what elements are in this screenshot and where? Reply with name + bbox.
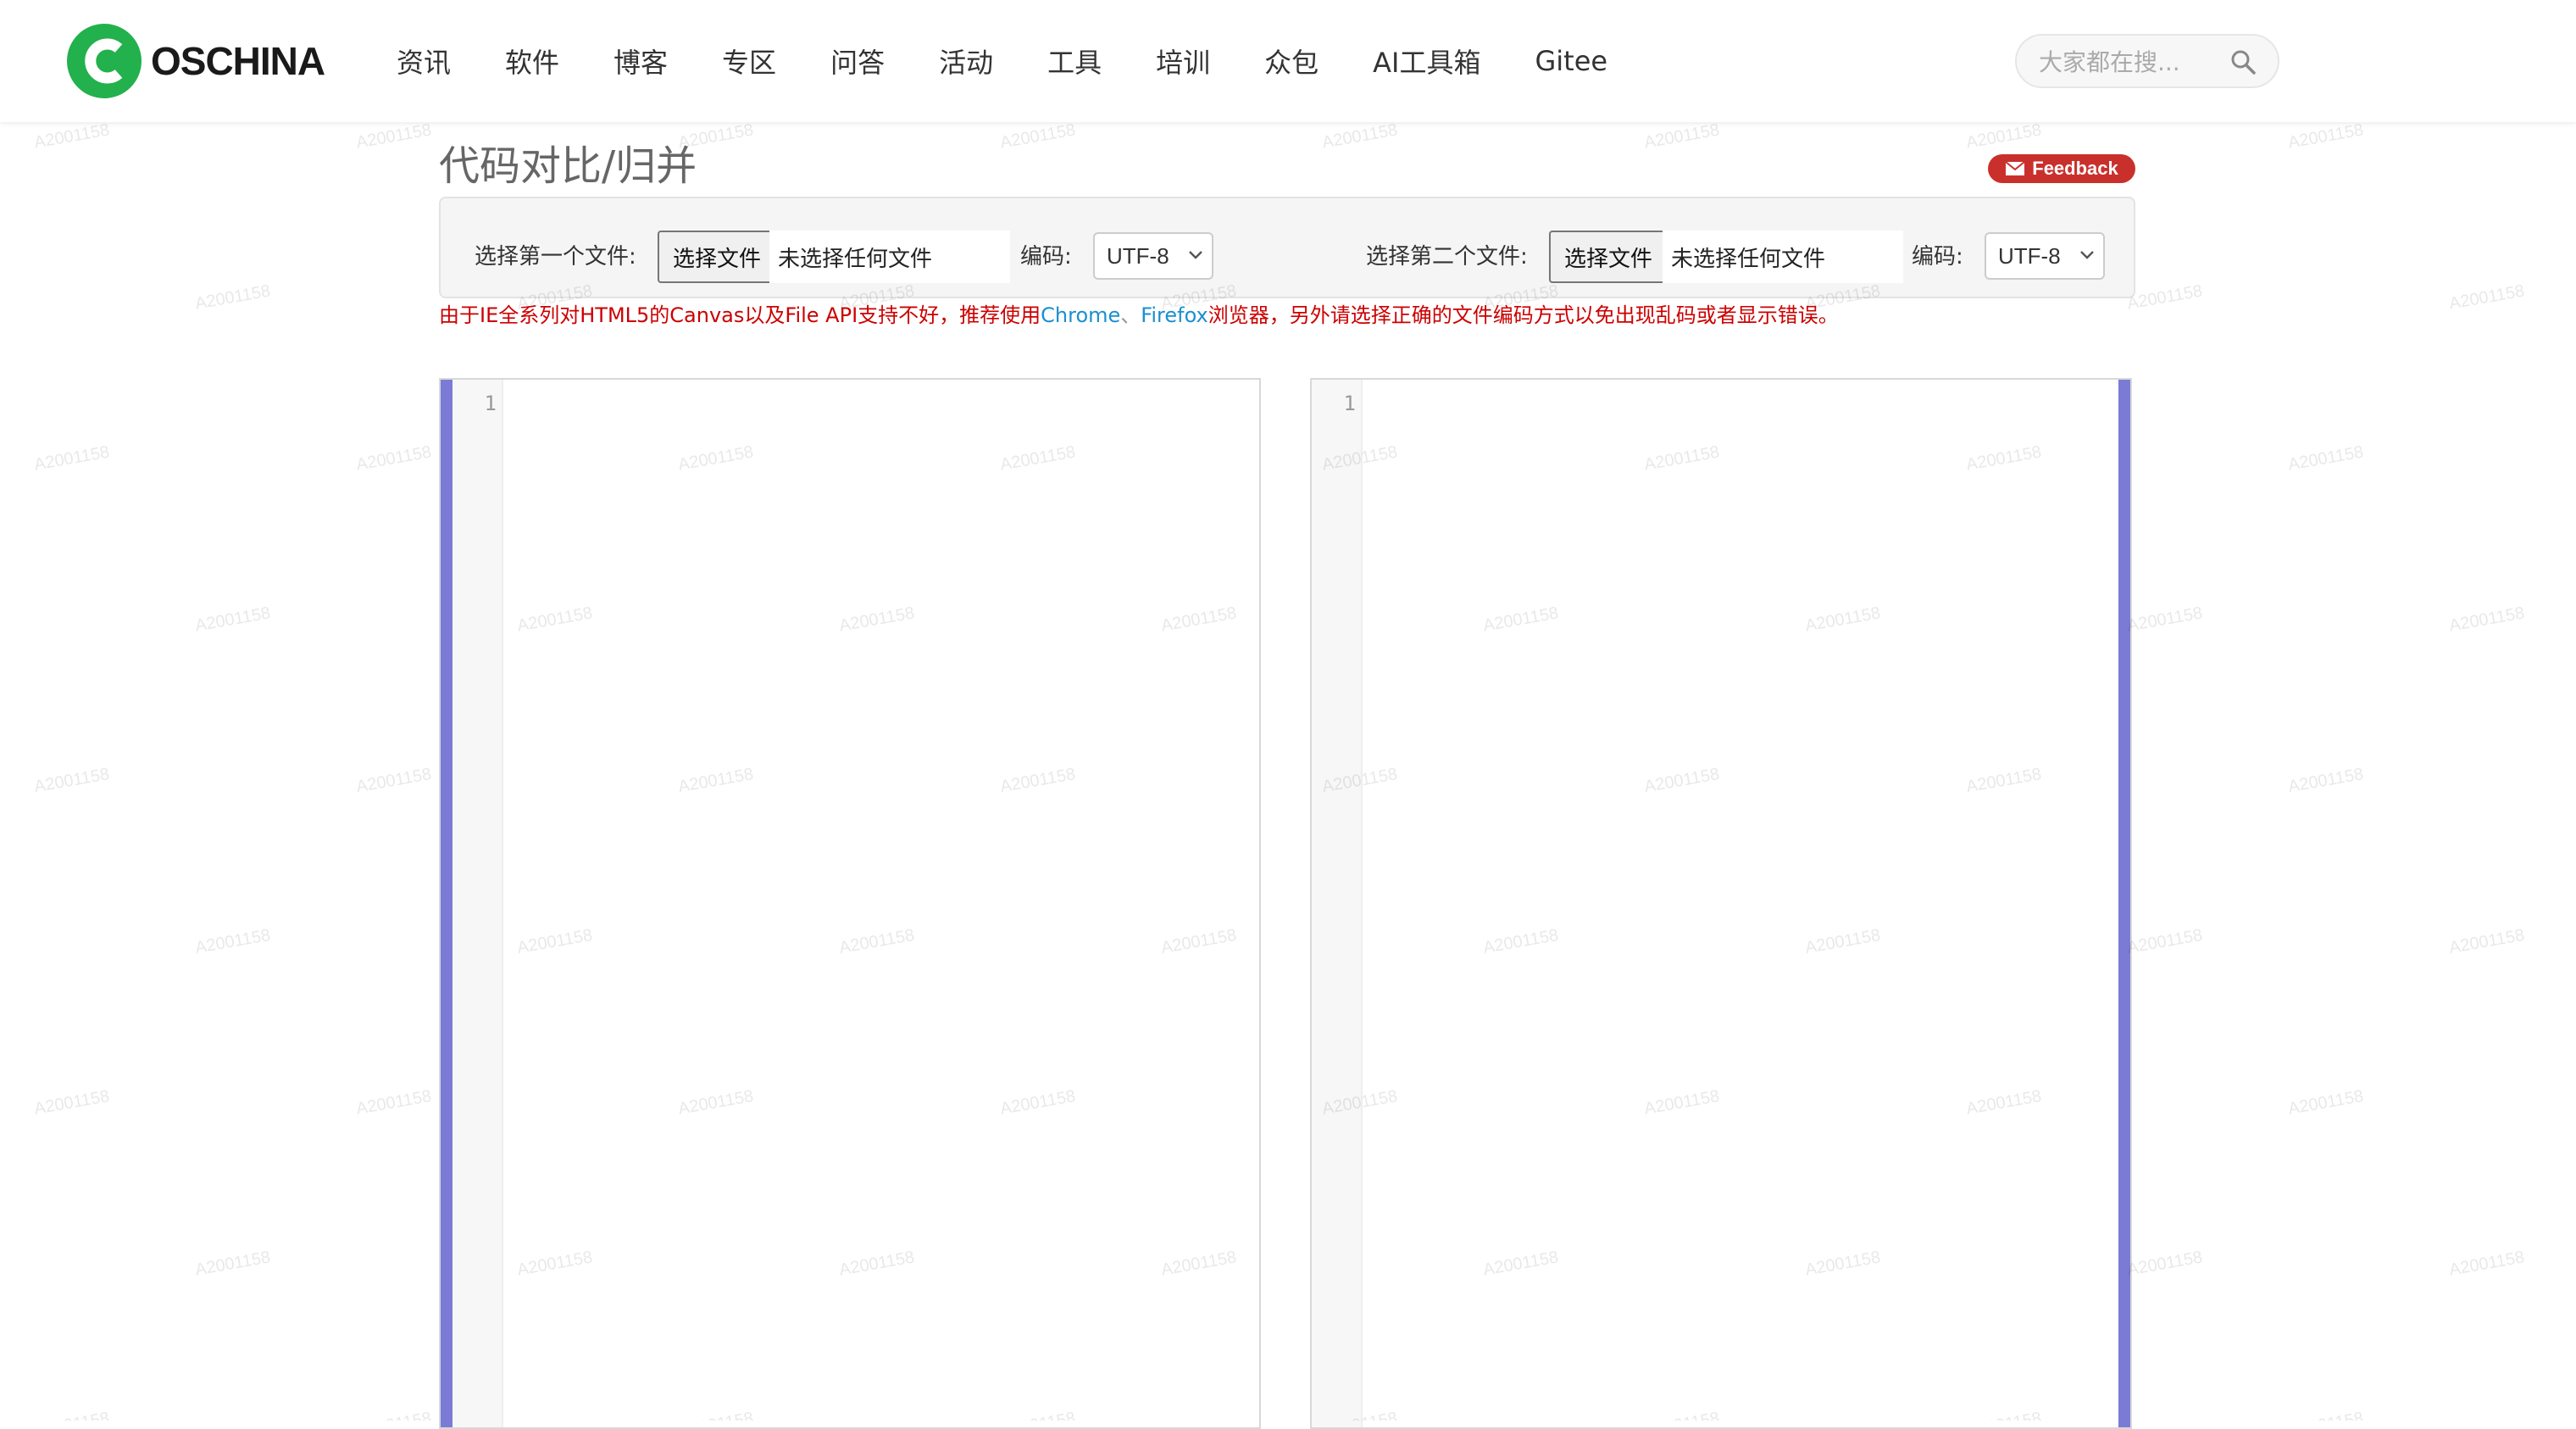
envelope-icon <box>2005 161 2025 175</box>
watermark-text: A2001158 <box>2447 603 2526 636</box>
watermark-text: A2001158 <box>998 120 1077 153</box>
watermark-text: A2001158 <box>2287 1409 2365 1421</box>
watermark-text: A2001158 <box>355 1409 433 1421</box>
firefox-link[interactable]: Firefox <box>1141 303 1208 327</box>
chrome-link[interactable]: Chrome <box>1041 303 1120 327</box>
chevron-down-icon <box>2080 251 2094 259</box>
watermark-text: A2001158 <box>2286 442 2365 475</box>
second-encoding-select[interactable]: UTF-8 <box>1985 232 2105 280</box>
left-line-number: 1 <box>484 392 497 415</box>
watermark-text: A2001158 <box>354 442 433 475</box>
nav-item-blog[interactable]: 博客 <box>613 42 668 81</box>
nav-item-news[interactable]: 资讯 <box>397 42 451 81</box>
left-code-editor[interactable]: 1 <box>439 378 1261 1429</box>
search-input[interactable] <box>2037 42 2227 81</box>
nav-item-training[interactable]: 培训 <box>1156 42 1210 81</box>
first-file-label: 选择第一个文件: <box>475 244 636 270</box>
feedback-label: Feedback <box>2032 158 2118 179</box>
first-encoding-label: 编码: <box>1020 244 1072 270</box>
watermark-text: A2001158 <box>2286 120 2365 153</box>
watermark-text: A2001158 <box>2447 926 2526 958</box>
nav-item-events[interactable]: 活动 <box>939 42 993 81</box>
notice-separator: 、 <box>1120 303 1141 327</box>
feedback-button[interactable]: Feedback <box>1988 154 2135 183</box>
watermark-text: A2001158 <box>354 1087 433 1119</box>
oschina-logo-icon <box>67 24 142 98</box>
nav-item-gitee[interactable]: Gitee <box>1535 45 1607 77</box>
watermark-text: A2001158 <box>2286 765 2365 797</box>
watermark-text: A2001158 <box>354 765 433 797</box>
left-editor-gutter: 1 <box>452 380 503 1427</box>
file-select-toolbar: 选择第一个文件: 选择文件 未选择任何文件 编码: UTF-8 选择第二个文件:… <box>439 197 2135 298</box>
watermark-text: A2001158 <box>2286 1087 2365 1119</box>
nav-item-software[interactable]: 软件 <box>505 42 559 81</box>
watermark-text: A2001158 <box>33 1409 111 1421</box>
first-encoding-value: UTF-8 <box>1107 242 1169 269</box>
watermark-text: A2001158 <box>193 603 272 636</box>
watermark-text: A2001158 <box>1642 120 1721 153</box>
second-encoding-value: UTF-8 <box>1998 242 2061 269</box>
watermark-text: A2001158 <box>2125 1248 2204 1280</box>
watermark-text: A2001158 <box>32 1087 111 1119</box>
search-icon[interactable] <box>2230 49 2256 75</box>
right-code-editor[interactable]: 1 <box>1310 378 2132 1429</box>
watermark-text: A2001158 <box>1964 120 2043 153</box>
nav-item-crowdsourcing[interactable]: 众包 <box>1264 42 1319 81</box>
logo-text: OSCHINA <box>151 39 325 83</box>
watermark-text: A2001158 <box>2125 926 2204 958</box>
choose-second-file-button[interactable]: 选择文件 <box>1549 231 1668 283</box>
right-editor-marker-bar <box>2118 380 2130 1427</box>
nav-item-ai-toolbox[interactable]: AI工具箱 <box>1373 42 1480 81</box>
right-editor-gutter: 1 <box>1312 380 1363 1427</box>
second-file-label: 选择第二个文件: <box>1366 244 1528 270</box>
first-file-status: 未选择任何文件 <box>769 231 1010 283</box>
watermark-text: A2001158 <box>32 765 111 797</box>
watermark-text: A2001158 <box>32 442 111 475</box>
notice-suffix: 浏览器，另外请选择正确的文件编码方式以免出现乱码或者显示错误。 <box>1208 303 1839 327</box>
page-title: 代码对比/归并 <box>439 142 697 190</box>
watermark-text: A2001158 <box>193 281 272 314</box>
nav-item-qa[interactable]: 问答 <box>830 42 885 81</box>
second-file-status: 未选择任何文件 <box>1663 231 1903 283</box>
watermark-text: A2001158 <box>193 926 272 958</box>
watermark-text: A2001158 <box>354 120 433 153</box>
watermark-text: A2001158 <box>193 1248 272 1280</box>
watermark-text: A2001158 <box>32 120 111 153</box>
main-nav: 资讯 软件 博客 专区 问答 活动 工具 培训 众包 AI工具箱 Gitee <box>397 0 1662 122</box>
nav-item-zone[interactable]: 专区 <box>722 42 776 81</box>
left-editor-marker-bar <box>441 380 452 1427</box>
browser-notice: 由于IE全系列对HTML5的Canvas以及File API支持不好，推荐使用C… <box>439 298 1839 328</box>
second-encoding-label: 编码: <box>1912 244 1963 270</box>
watermark-text: A2001158 <box>2447 281 2526 314</box>
watermark-text: A2001158 <box>2447 1248 2526 1280</box>
watermark-text: A2001158 <box>1320 120 1399 153</box>
chevron-down-icon <box>1189 251 1202 259</box>
search-box <box>2015 34 2279 88</box>
site-logo[interactable]: OSCHINA <box>66 22 325 100</box>
right-line-number: 1 <box>1343 392 1356 415</box>
first-encoding-select[interactable]: UTF-8 <box>1093 232 1213 280</box>
nav-item-tools[interactable]: 工具 <box>1047 42 1102 81</box>
site-header: OSCHINA 资讯 软件 博客 专区 问答 活动 工具 培训 众包 AI工具箱… <box>0 0 2576 122</box>
notice-prefix: 由于IE全系列对HTML5的Canvas以及File API支持不好，推荐使用 <box>439 303 1041 327</box>
choose-first-file-button[interactable]: 选择文件 <box>658 231 777 283</box>
watermark-text: A2001158 <box>2125 281 2204 314</box>
watermark-text: A2001158 <box>2125 603 2204 636</box>
